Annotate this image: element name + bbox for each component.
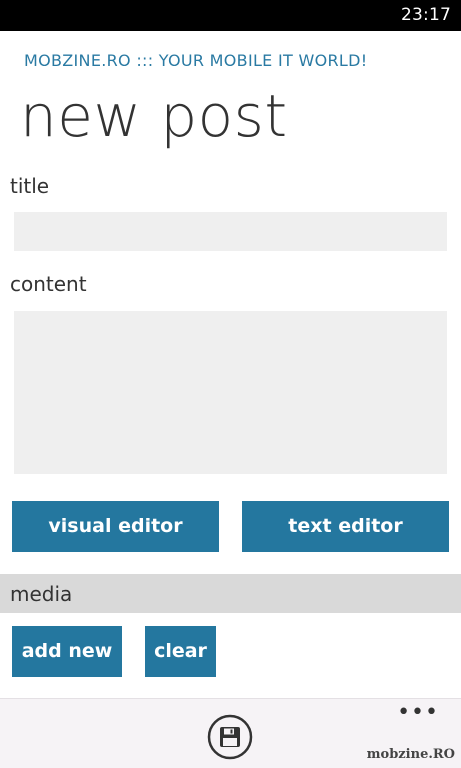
- watermark: mobzine.RO: [366, 747, 455, 762]
- clear-media-button[interactable]: clear: [145, 626, 216, 677]
- page-title: new post: [20, 82, 288, 150]
- add-new-media-button[interactable]: add new: [12, 626, 122, 677]
- status-time: 23:17: [401, 5, 451, 25]
- status-bar: 23:17: [0, 0, 461, 31]
- new-post-page: 23:17 MOBZINE.RO ::: YOUR MOBILE IT WORL…: [0, 0, 461, 768]
- text-editor-button[interactable]: text editor: [242, 501, 449, 552]
- media-section-header: media: [0, 574, 461, 613]
- content-label: content: [10, 272, 87, 296]
- more-options-icon[interactable]: •••: [397, 702, 439, 724]
- app-title: MOBZINE.RO ::: YOUR MOBILE IT WORLD!: [24, 51, 368, 70]
- title-input[interactable]: [14, 212, 447, 251]
- save-icon[interactable]: [207, 714, 253, 760]
- content-input[interactable]: [14, 311, 447, 474]
- media-section-label: media: [10, 582, 73, 606]
- title-label: title: [10, 174, 50, 198]
- visual-editor-button[interactable]: visual editor: [12, 501, 219, 552]
